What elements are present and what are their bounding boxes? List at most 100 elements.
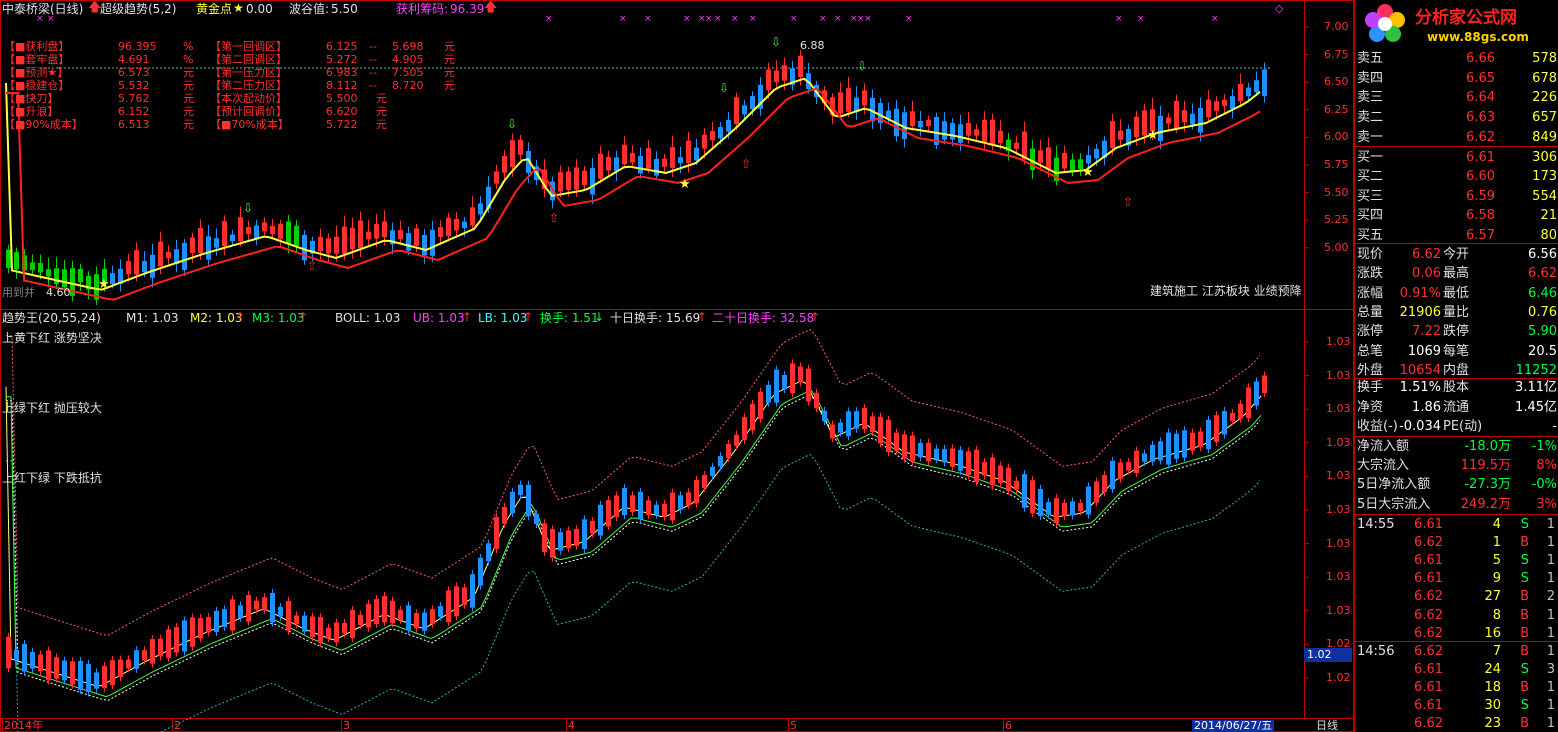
info-value: 6.573 (118, 66, 150, 79)
low-label: 4.60 (46, 286, 71, 299)
candle-body (638, 491, 643, 520)
down-arrow-icon: ⇩ (243, 201, 253, 215)
sell-level[interactable]: 卖五 6.66 578 (1355, 49, 1558, 68)
tick-count: 1 (1546, 643, 1555, 659)
tick-row[interactable]: 6.62 27 B 2 (1355, 587, 1558, 606)
stat-row[interactable]: 涨跌 0.06 最高 6.62 (1355, 264, 1558, 283)
flow-row[interactable]: 5日大宗流入 249.2万 3% (1355, 495, 1558, 514)
candle-body (334, 622, 339, 643)
sell-level[interactable]: 卖四 6.65 678 (1355, 69, 1558, 88)
candle-body (598, 504, 603, 536)
stat-label: 股本 (1443, 380, 1470, 395)
candle-body (422, 234, 427, 256)
tick-row[interactable]: 6.61 5 S 1 (1355, 551, 1558, 570)
candle-body (198, 228, 203, 254)
info-value: 6.983 (326, 66, 358, 79)
candle-body (750, 403, 755, 431)
info-value: 8.720 (392, 79, 424, 92)
tick-row[interactable]: 6.61 30 S 1 (1355, 696, 1558, 715)
buy-level[interactable]: 买五 6.57 80 (1355, 226, 1558, 245)
stat-row[interactable]: 换手 1.51% 股本 3.11亿 (1355, 378, 1558, 397)
middle-band (6, 393, 1261, 701)
flow-row[interactable]: 净流入额 -18.0万 -1% (1355, 437, 1558, 456)
candle-body (454, 218, 459, 231)
flow-row[interactable]: 5日净流入额 -27.3万 -0% (1355, 475, 1558, 494)
candle-body (502, 156, 507, 173)
tick-row[interactable]: 6.62 1 B 1 (1355, 533, 1558, 552)
candle-body (342, 622, 347, 634)
level-label: 买四 (1357, 208, 1384, 224)
tick-price: 6.62 (1414, 716, 1443, 732)
candle-body (950, 123, 955, 140)
stat-value: 0.76 (1528, 304, 1557, 320)
level-label: 卖五 (1357, 51, 1384, 66)
info-unit: % (183, 40, 194, 53)
candle-body (110, 660, 115, 686)
candle-body (1214, 101, 1219, 111)
candle-body (990, 119, 995, 146)
stat-label: 每笔 (1443, 343, 1470, 359)
tick-volume: 1 (1492, 535, 1501, 551)
sell-level[interactable]: 卖一 6.62 849 (1355, 128, 1558, 147)
up-arrow-icon: ↑ (697, 310, 708, 324)
buy-level[interactable]: 买一 6.61 306 (1355, 148, 1558, 167)
candle-body (1238, 83, 1243, 102)
candle-body (686, 492, 691, 505)
stat-row[interactable]: 涨幅 0.91% 最低 6.46 (1355, 284, 1558, 303)
turnover10-value: 十日换手: 15.69 (610, 311, 701, 325)
tick-row[interactable]: 14:55 6.61 4 S 1 (1355, 515, 1558, 534)
kline-chart[interactable]: × × × × × × × × × × × × × × × × × × × × ×◇★★★★⇩⇩⇩⇩⇩⇧⇧⇧⇧ (0, 0, 1354, 732)
candle-body (158, 638, 163, 657)
candle-body (158, 241, 163, 267)
sell-level[interactable]: 卖三 6.64 226 (1355, 88, 1558, 107)
tick-volume: 5 (1492, 553, 1501, 569)
stat-row[interactable]: 收益(-) -0.034 PE(动) - (1355, 417, 1558, 436)
stat-row[interactable]: 涨停 7.22 跌停 5.90 (1355, 322, 1558, 341)
tick-side: S (1520, 571, 1529, 587)
level-price: 6.63 (1466, 110, 1495, 126)
candle-body (1206, 99, 1211, 118)
stat-row[interactable]: 总量 21906 量比 0.76 (1355, 303, 1558, 322)
candle-body (326, 238, 331, 254)
stat-row[interactable]: 净资 1.86 流通 1.45亿 (1355, 398, 1558, 417)
up-arrow-icon: ↑ (810, 310, 821, 324)
flow-row[interactable]: 大宗流入 119.5万 8% (1355, 456, 1558, 475)
candle-body (1006, 467, 1011, 492)
stat-value: 1069 (1407, 343, 1441, 359)
candle-body (366, 603, 371, 628)
tick-row[interactable]: 6.62 8 B 1 (1355, 606, 1558, 625)
candle-body (790, 363, 795, 394)
candle-body (614, 495, 619, 518)
candle-body (358, 220, 363, 249)
level-label: 买三 (1357, 188, 1384, 204)
candle-body (566, 171, 571, 190)
sell-level[interactable]: 卖二 6.63 657 (1355, 108, 1558, 127)
candle-body (30, 262, 35, 271)
candle-body (278, 606, 283, 617)
level-price: 6.66 (1466, 51, 1495, 66)
tick-row[interactable]: 6.61 24 S 3 (1355, 660, 1558, 679)
buy-level[interactable]: 买三 6.59 554 (1355, 187, 1558, 206)
buy-level[interactable]: 买四 6.58 21 (1355, 206, 1558, 225)
candle-body (838, 92, 843, 114)
candle-body (710, 466, 715, 476)
y-tick-label: 5.00 (1324, 240, 1349, 254)
tick-row[interactable]: 14:56 6.62 7 B 1 (1355, 642, 1558, 661)
stat-label: 涨跌 (1357, 266, 1384, 282)
tick-row[interactable]: 6.62 23 B 1 (1355, 714, 1558, 732)
candle-body (606, 156, 611, 171)
candle-body (694, 479, 699, 504)
buy-level[interactable]: 买二 6.60 173 (1355, 167, 1558, 186)
candle-body (614, 157, 619, 172)
flow-label: 5日大宗流入 (1357, 496, 1431, 512)
tick-row[interactable]: 6.61 18 B 1 (1355, 678, 1558, 697)
period-label[interactable]: 日线 (1316, 720, 1338, 732)
stat-row[interactable]: 总笔 1069 每笔 20.5 (1355, 342, 1558, 361)
stat-row[interactable]: 现价 6.62 今开 6.56 (1355, 245, 1558, 264)
level-price: 6.62 (1466, 129, 1495, 145)
stat-row[interactable]: 外盘 10654 内盘 11252 (1355, 361, 1558, 380)
candle-body (478, 203, 483, 215)
tick-row[interactable]: 6.61 9 S 1 (1355, 569, 1558, 588)
tick-count: 1 (1546, 716, 1555, 732)
candle-body (582, 519, 587, 550)
